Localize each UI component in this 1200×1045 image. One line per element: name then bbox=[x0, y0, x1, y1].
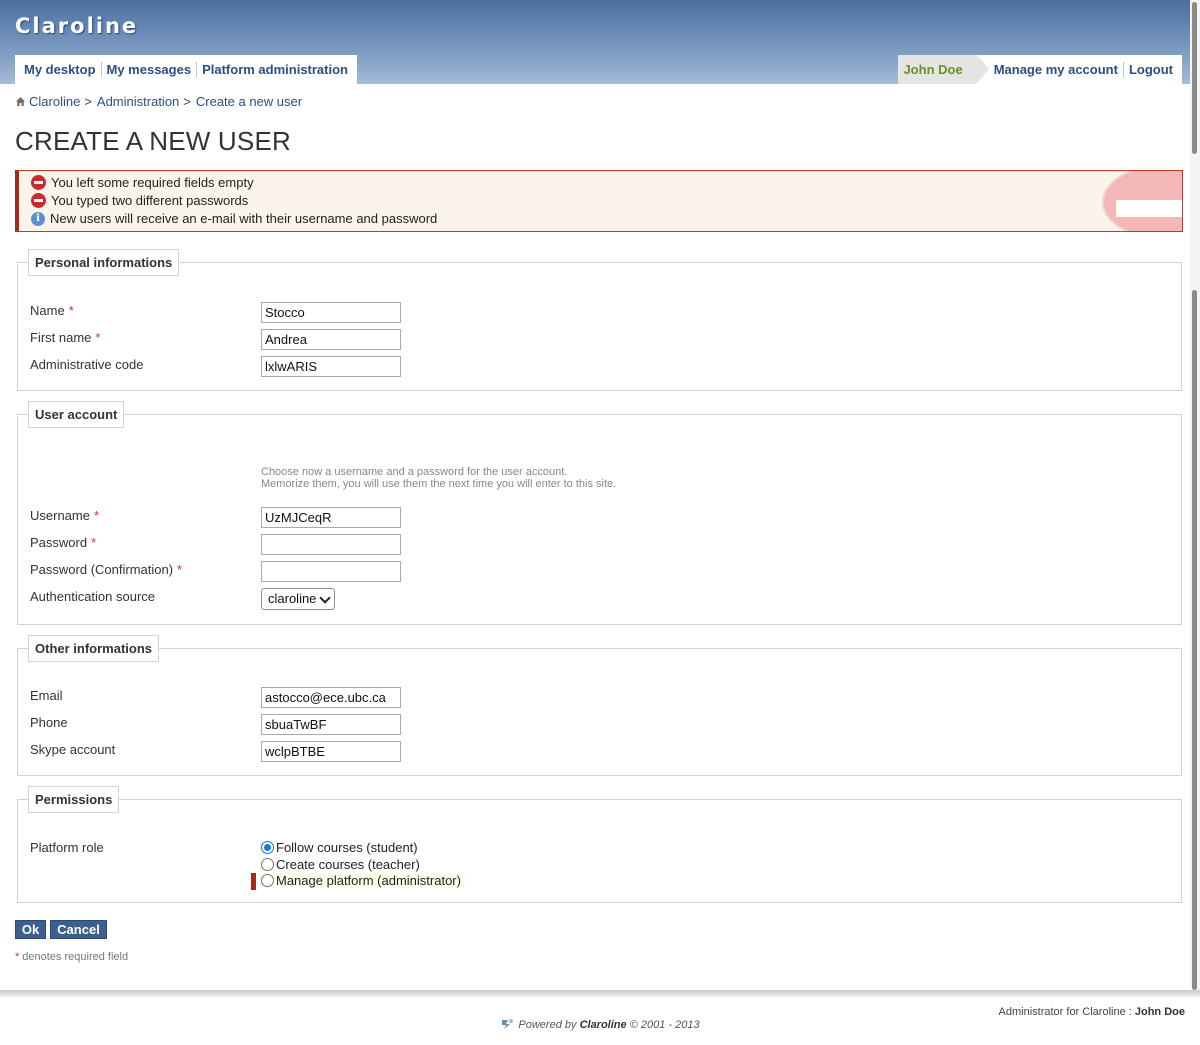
ok-button[interactable]: Ok bbox=[15, 920, 46, 939]
nav-logout[interactable]: Logout bbox=[1124, 62, 1178, 77]
current-user-name[interactable]: John Doe bbox=[898, 55, 989, 84]
breadcrumb-current[interactable]: Create a new user bbox=[196, 94, 302, 109]
scrollbar-thumb[interactable] bbox=[1192, 290, 1197, 990]
error-icon bbox=[31, 175, 46, 190]
claroline-logo-icon bbox=[502, 1019, 514, 1029]
error-message-text: You left some required fields empty bbox=[51, 175, 254, 190]
required-marker: * bbox=[93, 508, 100, 523]
fieldset-legend: Permissions bbox=[28, 786, 120, 813]
required-marker: * bbox=[95, 330, 101, 345]
breadcrumb-separator: > bbox=[84, 94, 92, 109]
administrative-code-label: Administrative code bbox=[30, 357, 144, 372]
required-note-text: denotes required field bbox=[22, 951, 129, 963]
authentication-source-label: Authentication source bbox=[30, 589, 156, 604]
nav-manage-account[interactable]: Manage my account bbox=[989, 62, 1123, 77]
username-label-text: Username bbox=[30, 508, 90, 523]
cancel-button[interactable]: Cancel bbox=[50, 920, 107, 939]
message-box: You left some required fields empty You … bbox=[15, 170, 1183, 232]
fieldset-permissions: Permissions Platform role Follow courses… bbox=[17, 786, 1182, 903]
phone-label: Phone bbox=[30, 715, 68, 730]
breadcrumb-separator: > bbox=[183, 94, 191, 109]
required-field-note: * denotes required field bbox=[15, 951, 128, 963]
password-confirmation-label: Password (Confirmation) * bbox=[30, 562, 182, 577]
stop-sign-bar bbox=[1116, 200, 1182, 217]
email-input[interactable] bbox=[261, 687, 401, 708]
footer-admin-name[interactable]: John Doe bbox=[1135, 1006, 1185, 1018]
required-marker: * bbox=[177, 562, 183, 577]
radio-student[interactable] bbox=[261, 841, 274, 854]
required-marker: * bbox=[15, 951, 20, 963]
role-option-label: Follow courses (student) bbox=[276, 840, 418, 855]
first-name-input[interactable] bbox=[261, 329, 401, 350]
role-option-label: Manage platform (administrator) bbox=[276, 873, 461, 888]
info-message-text: New users will receive an e-mail with th… bbox=[50, 211, 438, 226]
scrollbar-thumb-top[interactable] bbox=[1192, 2, 1197, 154]
role-option-administrator[interactable]: Manage platform (administrator) bbox=[261, 873, 465, 888]
chevron-down-icon bbox=[319, 592, 331, 604]
required-marker: * bbox=[91, 535, 97, 550]
skype-account-label: Skype account bbox=[30, 742, 116, 757]
password-label-text: Password bbox=[30, 535, 88, 550]
footer-administrator: Administrator for Claroline : John Doe bbox=[999, 1006, 1185, 1018]
powered-brand[interactable]: Claroline bbox=[580, 1019, 627, 1031]
radio-teacher[interactable] bbox=[261, 858, 274, 871]
role-option-student[interactable]: Follow courses (student) bbox=[261, 840, 418, 855]
password-confirmation-label-text: Password (Confirmation) bbox=[30, 562, 174, 577]
error-icon bbox=[31, 193, 46, 208]
email-label: Email bbox=[30, 688, 63, 703]
authentication-source-select[interactable]: claroline bbox=[261, 588, 335, 610]
focus-marker bbox=[251, 873, 256, 890]
radio-administrator[interactable] bbox=[261, 874, 274, 887]
powered-prefix: Powered by bbox=[518, 1019, 577, 1031]
nav-my-messages[interactable]: My messages bbox=[102, 62, 197, 77]
header-banner: Claroline My desktop My messages Platfor… bbox=[0, 0, 1190, 84]
footer-divider bbox=[0, 990, 1200, 997]
fieldset-personal-informations: Personal informations Name* First name* … bbox=[17, 249, 1182, 391]
main-nav: My desktop My messages Platform administ… bbox=[15, 55, 357, 84]
name-label-text: Name bbox=[30, 303, 65, 318]
powered-suffix: © 2001 - 2013 bbox=[629, 1019, 700, 1031]
breadcrumb-administration[interactable]: Administration bbox=[97, 94, 179, 109]
username-input[interactable] bbox=[261, 507, 401, 528]
home-icon bbox=[16, 97, 25, 106]
breadcrumb-claroline[interactable]: Claroline bbox=[29, 94, 80, 109]
password-confirmation-input[interactable] bbox=[261, 561, 401, 582]
nav-my-desktop[interactable]: My desktop bbox=[19, 62, 101, 77]
authentication-source-value: claroline bbox=[268, 591, 317, 606]
name-label: Name * bbox=[30, 303, 74, 318]
account-hint-line1: Choose now a username and a password for… bbox=[261, 466, 568, 478]
info-message: i New users will receive an e-mail with … bbox=[31, 211, 437, 226]
fieldset-legend: User account bbox=[28, 401, 125, 428]
site-name[interactable]: Claroline bbox=[15, 14, 138, 38]
platform-role-label: Platform role bbox=[30, 840, 104, 855]
first-name-label-text: First name bbox=[30, 330, 92, 345]
error-message-password: You typed two different passwords bbox=[31, 193, 248, 208]
password-input[interactable] bbox=[261, 534, 401, 555]
page-scrollbar[interactable] bbox=[1190, 0, 1200, 990]
fieldset-legend: Personal informations bbox=[28, 249, 180, 276]
password-label: Password * bbox=[30, 535, 96, 550]
administrative-code-input[interactable] bbox=[261, 356, 401, 377]
user-nav: John Doe Manage my account Logout bbox=[898, 55, 1182, 84]
info-icon: i bbox=[31, 211, 45, 226]
role-option-label: Create courses (teacher) bbox=[276, 857, 420, 872]
page-title: CREATE A NEW USER bbox=[15, 126, 291, 156]
name-input[interactable] bbox=[261, 302, 401, 323]
fieldset-other-informations: Other informations Email Phone Skype acc… bbox=[17, 635, 1182, 776]
fieldset-legend: Other informations bbox=[28, 635, 160, 662]
required-marker: * bbox=[68, 303, 74, 318]
skype-account-input[interactable] bbox=[261, 741, 401, 762]
role-option-teacher[interactable]: Create courses (teacher) bbox=[261, 857, 420, 872]
phone-input[interactable] bbox=[261, 714, 401, 735]
nav-platform-administration[interactable]: Platform administration bbox=[197, 62, 353, 77]
footer-powered-by: Powered by Claroline © 2001 - 2013 bbox=[0, 1018, 1200, 1031]
breadcrumb: Claroline > Administration > Create a new us… bbox=[15, 94, 302, 109]
fieldset-user-account: User account Choose now a username and a… bbox=[17, 401, 1182, 625]
first-name-label: First name * bbox=[30, 330, 100, 345]
account-hint-line2: Memorize them, you will use them the nex… bbox=[261, 478, 617, 490]
footer-admin-text: Administrator for Claroline : bbox=[998, 1006, 1132, 1018]
error-message-required: You left some required fields empty bbox=[31, 175, 254, 190]
username-label: Username * bbox=[30, 508, 99, 523]
error-message-text: You typed two different passwords bbox=[51, 193, 249, 208]
